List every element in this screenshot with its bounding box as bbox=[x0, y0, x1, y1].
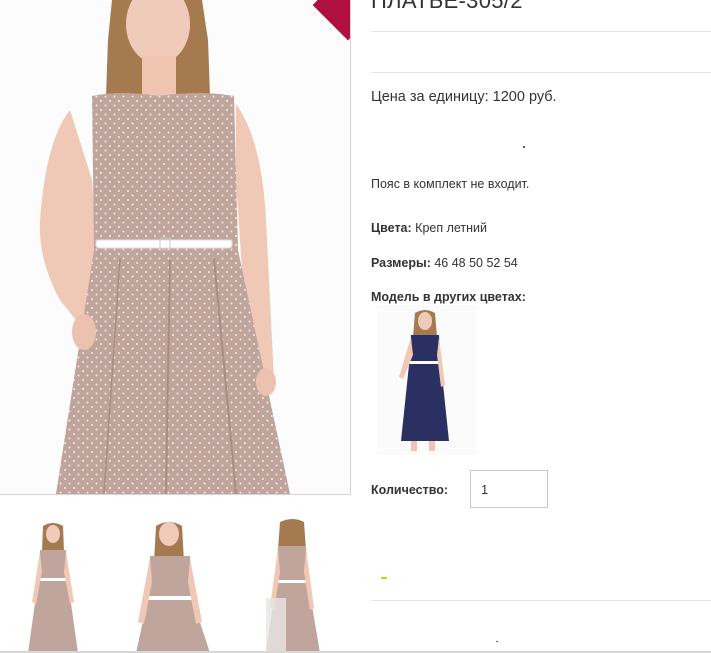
divider bbox=[371, 72, 711, 73]
accent-mark bbox=[381, 577, 387, 579]
separator-dot bbox=[523, 146, 525, 148]
unit-price: Цена за единицу: 1200 руб. bbox=[371, 89, 557, 105]
thumbnail-back[interactable] bbox=[238, 512, 348, 653]
color-variant-thumbnail[interactable] bbox=[377, 305, 477, 455]
thumbnail-strip bbox=[0, 512, 350, 653]
divider bbox=[371, 600, 711, 601]
quantity-label: Количество: bbox=[371, 483, 449, 497]
sizes-label: Размеры: bbox=[371, 256, 431, 270]
sizes-value: 46 48 50 52 54 bbox=[434, 256, 518, 270]
thumbnail-front-full[interactable] bbox=[0, 512, 110, 653]
thumbnail-front[interactable] bbox=[118, 512, 228, 653]
main-product-photo[interactable] bbox=[0, 0, 351, 495]
colors-value: Креп летний bbox=[415, 221, 488, 235]
colors-row: Цвета: Креп летний bbox=[371, 221, 487, 235]
product-title: ПЛАТЬЕ-305/2 bbox=[371, 0, 523, 13]
divider bbox=[371, 31, 711, 32]
dress-photo bbox=[39, 0, 290, 494]
separator-dot bbox=[496, 641, 498, 642]
ribbon-text bbox=[328, 0, 350, 25]
other-colors-label: Модель в других цветах: bbox=[371, 290, 526, 304]
sizes-row: Размеры: 46 48 50 52 54 bbox=[371, 256, 518, 270]
quantity-input[interactable] bbox=[470, 470, 548, 508]
colors-label: Цвета: bbox=[371, 221, 412, 235]
product-description: Пояс в комплект не входит. bbox=[371, 177, 530, 191]
